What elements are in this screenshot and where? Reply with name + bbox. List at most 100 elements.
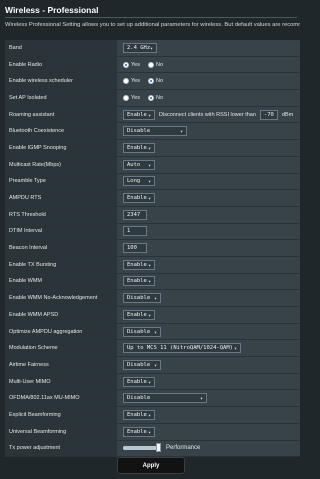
radio-label: No	[155, 61, 164, 68]
radio-yes[interactable]: Yes	[123, 94, 140, 101]
chevron-down-icon: ▾	[147, 262, 151, 269]
chevron-down-icon: ▾	[153, 362, 157, 369]
setting-row-enable-wmm-no-acknowledgement: Enable WMM No-Acknowledgement Disable ▾	[5, 290, 300, 307]
setting-label: Airtime Fairness	[5, 357, 117, 373]
setting-value: Enable ▾	[117, 273, 300, 290]
ofdma-802-11ax-mu-mimo-select[interactable]: Disable ▾	[123, 393, 207, 404]
optimize-ampdu-aggregation-select[interactable]: Disable ▾	[123, 326, 161, 337]
enable-wmm-no-acknowledgement-select[interactable]: Disable ▾	[123, 293, 161, 304]
chevron-down-icon: ▾	[153, 329, 157, 336]
setting-label: Multi-User MIMO	[5, 373, 117, 390]
radio-button-icon[interactable]	[147, 61, 154, 68]
setting-label: Enable IGMP Snooping	[5, 140, 117, 156]
rssi-description: Disconnect clients with RSSI lower than	[159, 111, 256, 118]
setting-label: Roaming assistant	[5, 106, 117, 123]
setting-value: Performance	[117, 440, 300, 457]
select-value: Enable	[127, 278, 147, 285]
radio-button-icon[interactable]	[123, 78, 129, 85]
setting-label: Enable TX Bursting	[5, 256, 117, 273]
rssi-unit: dBm	[281, 111, 294, 118]
setting-label: Preamble Type	[5, 173, 117, 190]
setting-row-rts-threshold: RTS Threshold 2347	[5, 206, 300, 224]
select-value: Up to MCS 11 (NitroQAM/1024-QAM)	[127, 345, 233, 352]
chevron-down-icon: ▾	[147, 179, 151, 186]
enable-igmp-snooping-select[interactable]: Enable ▾	[123, 142, 155, 153]
select-value: Disable	[127, 328, 151, 335]
band-select[interactable]: 2.4 GHz ▾	[123, 42, 157, 53]
settings-table: Band 2.4 GHz ▾ Enable Radio Yes No Enable wire…	[5, 40, 300, 458]
explicit-beamforming-select[interactable]: Enable ▾	[123, 409, 155, 420]
setting-label: Modulation Scheme	[5, 340, 117, 357]
setting-row-dtim-interval: DTIM Interval 1	[5, 223, 300, 241]
setting-row-universal-beamforming: Universal Beamforming Enable ▾	[5, 423, 300, 441]
select-value: Enable	[127, 195, 147, 202]
enable-wmm-apsd-select[interactable]: Enable ▾	[123, 309, 155, 320]
apply-button[interactable]: Apply	[117, 457, 185, 474]
tx-power-slider[interactable]	[123, 443, 161, 453]
setting-label: AMPDU RTS	[5, 190, 117, 206]
page-title: Wireless - Professional	[5, 5, 99, 15]
setting-label: Enable WMM APSD	[5, 307, 117, 323]
setting-value: 2347	[117, 206, 300, 223]
radio-no[interactable]: No	[147, 94, 164, 101]
chevron-down-icon: ▾	[147, 196, 151, 203]
universal-beamforming-select[interactable]: Enable ▾	[123, 426, 155, 437]
setting-value: Disable ▾	[117, 123, 300, 140]
multi-user-mimo-select[interactable]: Enable ▾	[123, 376, 155, 387]
select-value: Enable	[127, 144, 147, 151]
select-value: Enable	[127, 428, 147, 435]
setting-value: Enable ▾	[117, 373, 300, 390]
radio-no[interactable]: No	[147, 61, 164, 68]
chevron-down-icon: ▾	[147, 112, 151, 119]
radio-button-icon[interactable]	[123, 94, 129, 101]
setting-label: Explicit Beamforming	[5, 407, 117, 423]
rssi-input[interactable]: -70	[259, 109, 278, 120]
setting-value: Enable ▾	[117, 190, 300, 206]
chevron-down-icon: ▾	[199, 396, 203, 403]
dtim-interval-input[interactable]: 1	[123, 226, 147, 237]
setting-label: Enable wireless scheduler	[5, 73, 117, 90]
enable-tx-bursting-select[interactable]: Enable ▾	[123, 259, 155, 270]
ampdu-rts-select[interactable]: Enable ▾	[123, 193, 155, 204]
chevron-down-icon: ▾	[147, 412, 151, 419]
slider-thumb[interactable]	[156, 443, 161, 453]
setting-value: Disable ▾	[117, 323, 300, 340]
select-value: Enable	[127, 378, 147, 385]
select-value: Enable	[127, 411, 147, 418]
page-description: Wireless Professional Setting allows you…	[5, 22, 300, 28]
radio-yes[interactable]: Yes	[123, 78, 140, 85]
roaming-assistant-select[interactable]: Enable ▾	[123, 109, 155, 120]
radio-yes[interactable]: Yes	[123, 61, 140, 68]
setting-label: Enable WMM	[5, 273, 117, 290]
radio-label: No	[155, 94, 164, 101]
bluetooth-coexistence-select[interactable]: Disable ▾	[123, 126, 187, 137]
modulation-scheme-select[interactable]: Up to MCS 11 (NitroQAM/1024-QAM) ▾	[123, 343, 241, 354]
setting-value: Enable ▾ Disconnect clients with RSSI lowe…	[117, 106, 300, 123]
setting-label: Enable WMM No-Acknowledgement	[5, 290, 117, 306]
setting-value: 100	[117, 240, 300, 256]
rts-threshold-input[interactable]: 2347	[123, 209, 147, 220]
radio-no[interactable]: No	[147, 78, 163, 85]
setting-row-enable-igmp-snooping: Enable IGMP Snooping Enable ▾	[5, 140, 300, 157]
setting-label: Multicast Rate(Mbps)	[5, 156, 117, 173]
setting-row-enable-wireless-scheduler: Enable wireless scheduler Yes No	[5, 73, 300, 91]
chevron-down-icon: ▾	[153, 296, 157, 303]
enable-wmm-select[interactable]: Enable ▾	[123, 276, 155, 287]
setting-value: Auto ▾	[117, 156, 300, 173]
setting-row-ofdma-802-11ax-mu-mimo: OFDMA/802.11ax MU-MIMO Disable ▾	[5, 390, 300, 408]
setting-row-band: Band 2.4 GHz ▾	[5, 40, 300, 57]
setting-label: Set AP Isolated	[5, 90, 117, 106]
setting-value: Yes No	[117, 90, 300, 106]
setting-row-ampdu-rts: AMPDU RTS Enable ▾	[5, 190, 300, 207]
beacon-interval-input[interactable]: 100	[123, 243, 147, 254]
radio-button-icon[interactable]	[147, 78, 154, 85]
airtime-fairness-select[interactable]: Disable ▾	[123, 359, 161, 370]
select-value: Enable	[127, 111, 147, 118]
radio-button-icon[interactable]	[147, 94, 154, 101]
setting-row-modulation-scheme: Modulation Scheme Up to MCS 11 (NitroQAM/…	[5, 340, 300, 358]
multicast-rate-mbps-select[interactable]: Auto ▾	[123, 159, 155, 170]
preamble-type-select[interactable]: Long ▾	[123, 176, 155, 187]
select-value: Disable	[127, 361, 151, 368]
setting-value: Enable ▾	[117, 423, 300, 440]
radio-button-icon[interactable]	[123, 61, 129, 68]
